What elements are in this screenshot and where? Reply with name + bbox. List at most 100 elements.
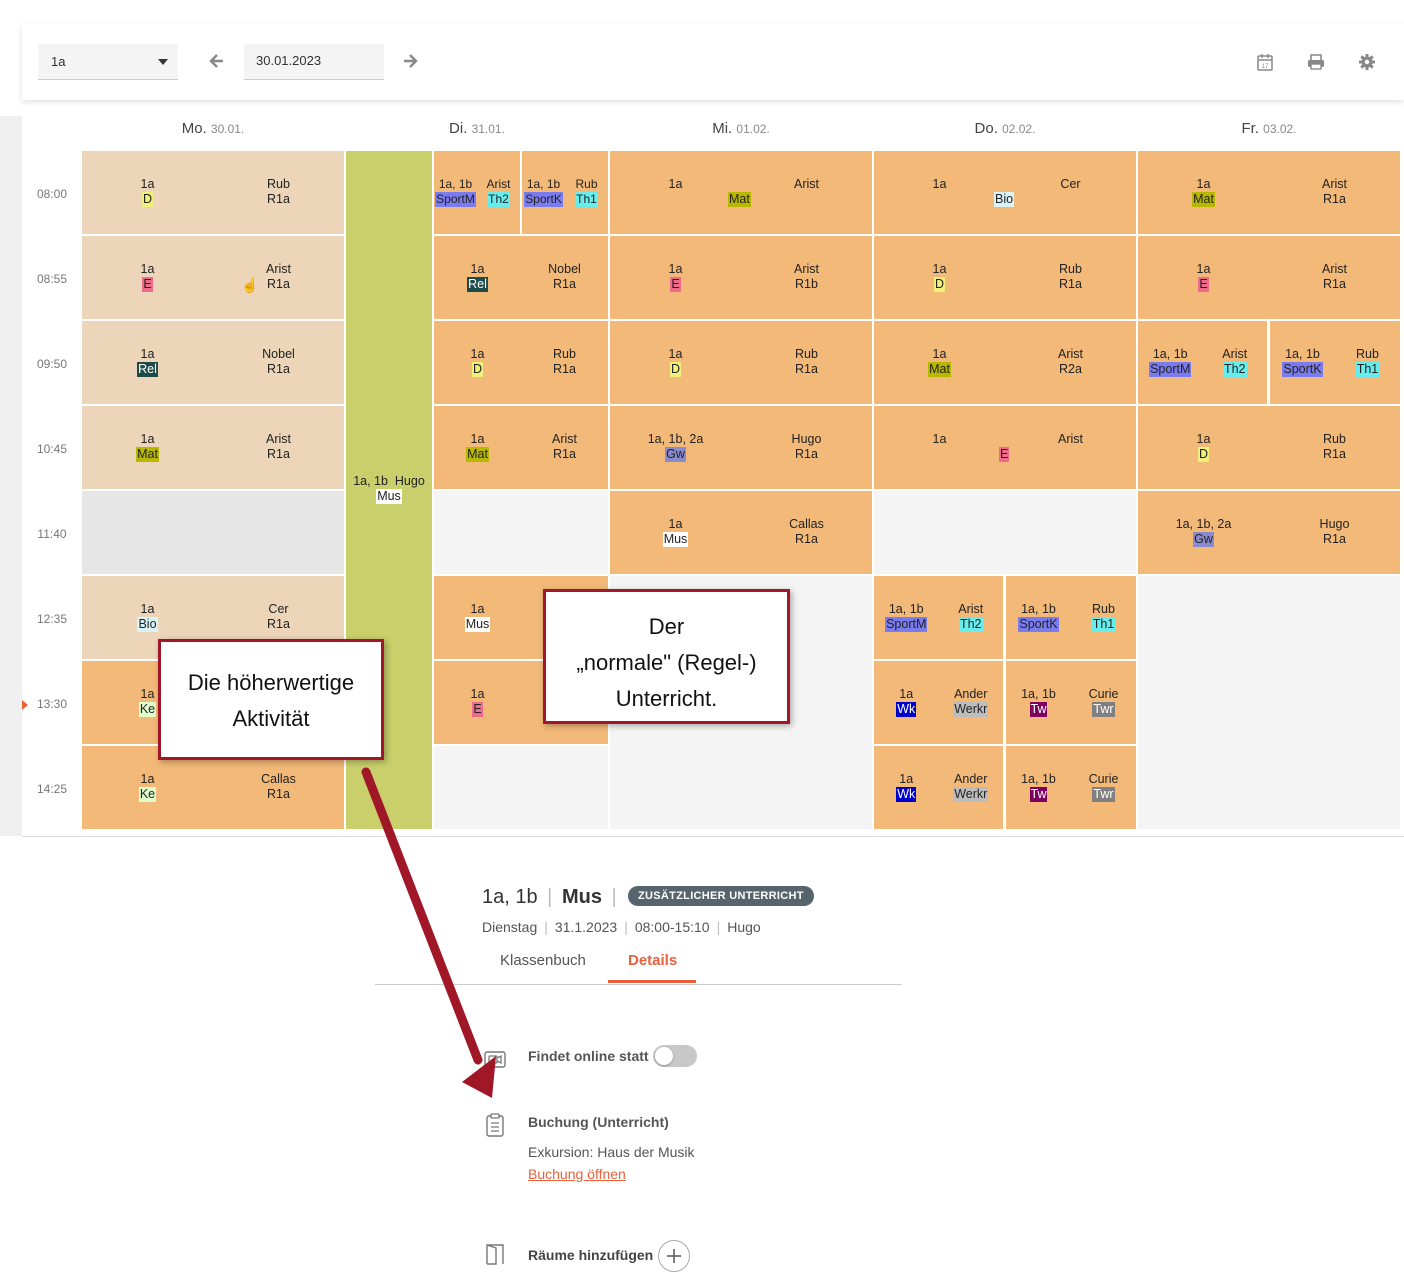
lesson-class: 1a <box>899 687 914 701</box>
lesson-fr-5[interactable]: 1a, 1b, 2a Gw Hugo R1a <box>1138 491 1400 574</box>
lesson-class: 1a <box>932 177 947 191</box>
lesson-do-0[interactable]: 1a Cer Bio <box>874 151 1136 234</box>
day-header-mo: Mo. 30.01. <box>181 120 245 137</box>
lesson-subject: Mus <box>662 532 689 547</box>
lesson-room: R1a <box>1059 277 1082 291</box>
lesson-class: 1a <box>668 347 683 361</box>
tab-classbook[interactable]: Klassenbuch <box>500 952 586 969</box>
lesson-room: R1a <box>553 277 576 291</box>
lesson-subject: Mus <box>464 617 491 632</box>
lesson-subject: Ke <box>138 787 157 802</box>
lesson-class: 1a <box>932 347 947 361</box>
svg-text:17: 17 <box>1262 64 1269 70</box>
lesson-do-7[interactable]: 1a, 1b Tw Curie Twr <box>1006 661 1136 744</box>
online-toggle[interactable] <box>653 1045 697 1067</box>
arrow-right-icon[interactable] <box>400 51 420 71</box>
date-input[interactable]: 30.01.2023 <box>244 44 384 80</box>
lesson-subject: Tw <box>1029 702 1048 717</box>
lesson-subject: SportM <box>1149 362 1192 377</box>
lesson-room: Th2 <box>1222 362 1247 377</box>
lesson-room: R1a <box>267 362 290 376</box>
day-header-fr: Fr. 03.02. <box>1241 120 1297 137</box>
lesson-do-4[interactable]: 1a, 1b SportM Arist Th2 <box>874 576 1003 659</box>
lesson-do-5[interactable]: 1a, 1b SportK Rub Th1 <box>1006 576 1136 659</box>
divider <box>22 836 1404 837</box>
tab-details[interactable]: Details <box>628 952 677 969</box>
lesson-teacher: Arist <box>266 262 291 276</box>
lesson-teacher: Arist <box>552 432 577 446</box>
lesson-subject: SportM <box>435 192 476 207</box>
detail-teacher: Hugo <box>727 919 761 935</box>
lesson-di-0[interactable]: 1a, 1b SportM Arist Th2 <box>434 151 520 234</box>
lesson-subject: D <box>933 277 946 292</box>
lesson-teacher: Rub <box>553 347 576 361</box>
lesson-room: R1a <box>795 447 818 461</box>
lesson-do-2[interactable]: 1a Mat Arist R2a <box>874 321 1136 404</box>
time-label: 08:55 <box>36 272 68 286</box>
lesson-class: 1a <box>932 432 947 446</box>
lesson-teacher: Hugo <box>791 432 822 446</box>
lesson-mi-4[interactable]: 1a Mus Callas R1a <box>610 491 872 574</box>
lesson-class: 1a, 1b, 2a <box>1175 517 1232 531</box>
lesson-fr-3[interactable]: 1a, 1b SportK Rub Th1 <box>1270 321 1400 404</box>
lesson-fr-4[interactable]: 1a D Rub R1a <box>1138 406 1400 489</box>
lesson-teacher: Rub <box>575 177 598 191</box>
lesson-do-6[interactable]: 1a Wk Ander Werkr <box>874 661 1003 744</box>
lesson-mo-0[interactable]: 1a D Rub R1a <box>82 151 344 234</box>
lesson-teacher: Rub <box>1323 432 1346 446</box>
lesson-teacher: Rub <box>1356 347 1379 361</box>
lesson-class: 1a <box>470 687 485 701</box>
lesson-di-1[interactable]: 1a, 1b SportK Rub Th1 <box>522 151 608 234</box>
lesson-subject: Wk <box>896 787 917 802</box>
lesson-teacher: Nobel <box>548 262 581 276</box>
lesson-di-4[interactable]: 1a Mat Arist R1a <box>434 406 608 489</box>
lesson-do-9[interactable]: 1a, 1b Tw Curie Twr <box>1006 746 1136 829</box>
lesson-di-2[interactable]: 1a Rel Nobel R1a <box>434 236 608 319</box>
class-select[interactable]: 1a <box>38 44 178 80</box>
lesson-di-3[interactable]: 1a D Rub R1a <box>434 321 608 404</box>
lesson-subject: Mat <box>466 447 489 462</box>
lesson-subject: SportK <box>1282 362 1323 377</box>
lesson-class: 1a, 1b <box>526 177 561 191</box>
lesson-do-1[interactable]: 1a D Rub R1a <box>874 236 1136 319</box>
lesson-subject: Mat <box>136 447 159 462</box>
lesson-mi-1[interactable]: 1a E Arist R1b <box>610 236 872 319</box>
arrow-left-icon[interactable] <box>207 51 227 71</box>
gear-icon[interactable] <box>1357 52 1377 72</box>
print-icon[interactable] <box>1306 52 1326 72</box>
lesson-subject: Mus <box>376 489 402 504</box>
lesson-do-3[interactable]: 1a Arist E <box>874 406 1136 489</box>
plus-icon <box>667 1249 681 1263</box>
add-room-button[interactable] <box>658 1240 690 1272</box>
lesson-do-8[interactable]: 1a Wk Ander Werkr <box>874 746 1003 829</box>
detail-time: 08:00-15:10 <box>634 919 710 935</box>
lesson-teacher: Nobel <box>262 347 295 361</box>
lesson-mo-3[interactable]: 1a Mat Arist R1a <box>82 406 344 489</box>
lesson-mi-3[interactable]: 1a, 1b, 2a Gw Hugo R1a <box>610 406 872 489</box>
lesson-fr-0[interactable]: 1a Mat Arist R1a <box>1138 151 1400 234</box>
lesson-class: 1a <box>140 687 155 701</box>
lesson-room: R1a <box>267 277 290 291</box>
booking-open-link[interactable]: Buchung öffnen <box>528 1166 626 1182</box>
lesson-teacher: Rub <box>1092 602 1115 616</box>
lesson-mo-1[interactable]: 1a E Arist R1a <box>82 236 344 319</box>
lesson-teacher: Arist <box>486 177 511 191</box>
lesson-class: 1a <box>470 347 485 361</box>
lesson-teacher: Ander <box>954 687 988 701</box>
lesson-room: Werkr <box>953 787 989 802</box>
lesson-teacher: Cer <box>1060 177 1081 191</box>
lesson-fr-2[interactable]: 1a, 1b SportM Arist Th2 <box>1138 321 1267 404</box>
hand-cursor-icon: ☝ <box>241 277 259 293</box>
annotation-arrow <box>361 767 496 1098</box>
lesson-mi-0[interactable]: 1a Arist Mat <box>610 151 872 234</box>
calendar-icon[interactable]: 17 <box>1255 52 1275 72</box>
lesson-fr-1[interactable]: 1a E Arist R1a <box>1138 236 1400 319</box>
lesson-mi-2[interactable]: 1a D Rub R1a <box>610 321 872 404</box>
lesson-teacher: Arist <box>1058 432 1083 446</box>
lesson-room: R1b <box>795 277 818 291</box>
lesson-teacher: Arist <box>1322 177 1347 191</box>
lesson-room: R1a <box>795 532 818 546</box>
lesson-mo-2[interactable]: 1a Rel Nobel R1a <box>82 321 344 404</box>
time-label: 10:45 <box>36 442 68 456</box>
lesson-class: 1a, 1b <box>1021 772 1056 786</box>
